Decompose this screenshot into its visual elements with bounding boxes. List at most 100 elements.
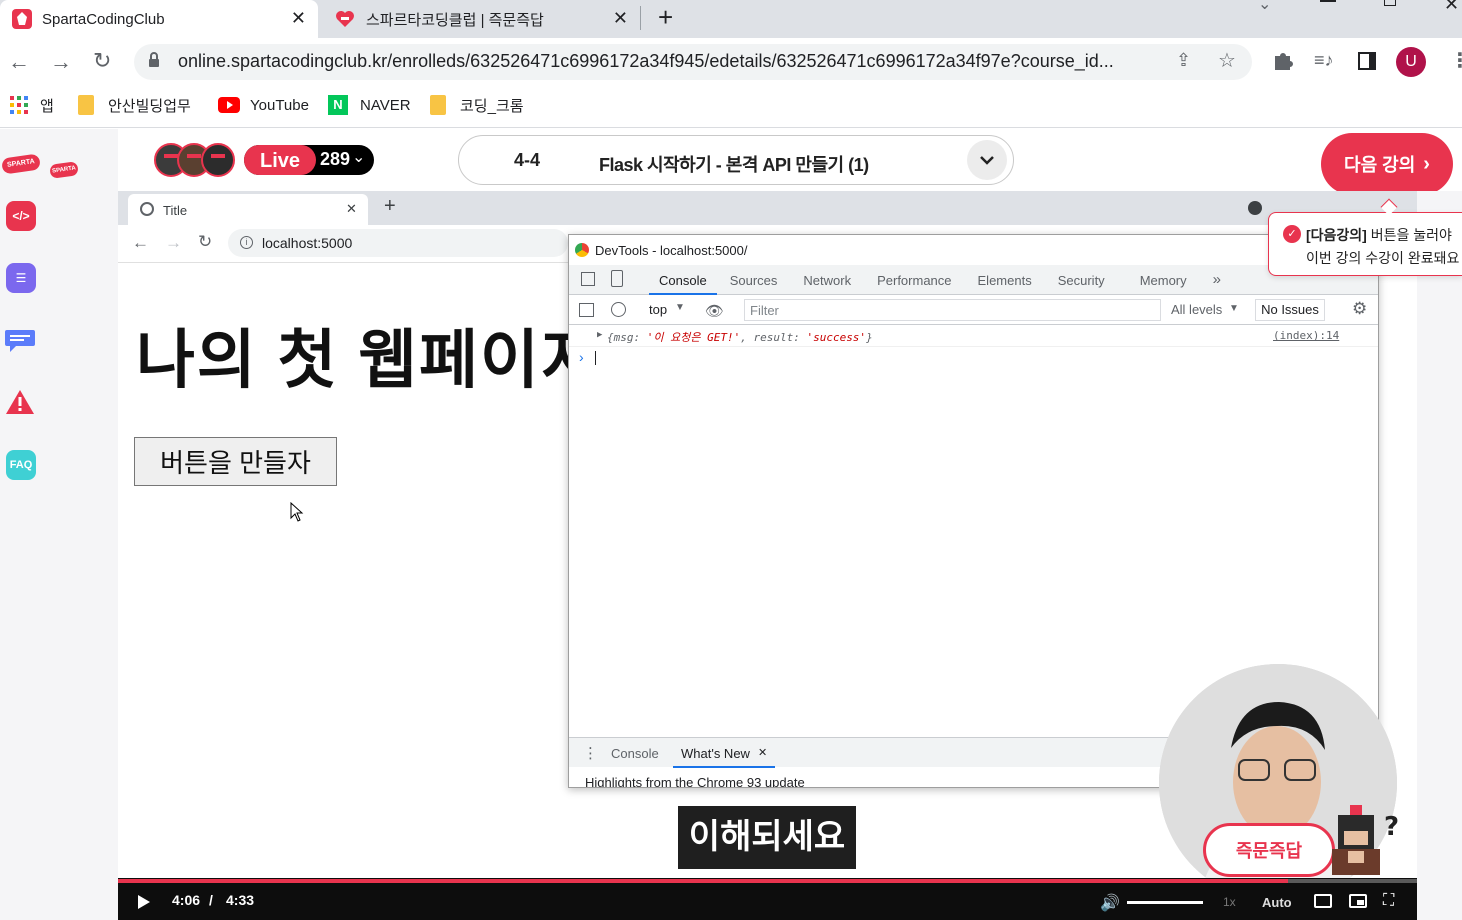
- browser-tab-sparta[interactable]: SpartaCodingClub ✕: [0, 0, 318, 38]
- picture-in-picture-icon[interactable]: [1349, 894, 1367, 908]
- close-tab-icon[interactable]: ✕: [346, 201, 357, 217]
- expand-triangle-icon[interactable]: ▶: [597, 330, 602, 340]
- close-window-icon[interactable]: ✕: [1444, 0, 1459, 15]
- bookmark-label: NAVER: [360, 96, 411, 114]
- drawer-tab-console[interactable]: Console: [611, 746, 659, 761]
- log-object: {msg: '이 요청은 GET!', result: 'success'}: [607, 331, 873, 344]
- drawer-menu-icon[interactable]: ⋮: [583, 744, 598, 762]
- bookmark-folder-ansan[interactable]: 안산빌딩업무: [78, 94, 191, 116]
- menu-kebab-icon[interactable]: ⋮: [1450, 48, 1462, 73]
- bookmark-label: 앱: [40, 97, 54, 115]
- new-tab-button[interactable]: +: [384, 195, 396, 218]
- browser-tab-qa[interactable]: 스파르타코딩클럽 | 즉문즉답 ✕: [322, 0, 640, 38]
- duration: 4:33: [226, 892, 255, 908]
- console-toolbar: top ▼ 👁 Filter All levels ▼ No Issues ⚙: [569, 295, 1378, 325]
- close-icon[interactable]: ✕: [758, 746, 767, 766]
- context-selector[interactable]: top: [649, 302, 667, 317]
- log-levels-dropdown[interactable]: All levels: [1171, 302, 1222, 317]
- inspect-element-icon[interactable]: [581, 272, 595, 286]
- live-badge[interactable]: Live 289 ⌄: [244, 145, 374, 175]
- tab-title: 스파르타코딩클럽 | 즉문즉답: [366, 11, 544, 29]
- tab-security[interactable]: Security: [1045, 265, 1118, 295]
- back-arrow-icon[interactable]: ←: [8, 49, 30, 75]
- eye-icon[interactable]: 👁: [705, 302, 724, 320]
- reload-icon[interactable]: ↻: [198, 232, 212, 252]
- inner-address-bar[interactable]: i localhost:5000: [228, 229, 568, 257]
- bookmark-naver[interactable]: N NAVER: [328, 94, 411, 116]
- reload-icon[interactable]: ↻: [93, 48, 111, 74]
- apps-grid-icon: [10, 96, 28, 114]
- inner-tab-label: Title: [163, 203, 188, 218]
- forward-arrow-icon[interactable]: →: [165, 233, 182, 253]
- next-lesson-tooltip: ✓ [다음강의] 버튼을 눌러야 이번 강의 수강이 완료돼요: [1268, 212, 1462, 276]
- captions-icon[interactable]: [1314, 894, 1332, 908]
- chat-bubble-icon[interactable]: [4, 328, 36, 352]
- quality-button[interactable]: Auto: [1262, 895, 1292, 910]
- tab-elements[interactable]: Elements: [965, 265, 1045, 295]
- bookmark-folder-coding[interactable]: 코딩_크롬: [430, 94, 524, 116]
- video-player[interactable]: Title ✕ + ← → ↻ i localhost:5000 나의 첫 웹페…: [118, 191, 1417, 920]
- tab-performance[interactable]: Performance: [864, 265, 964, 295]
- extensions-puzzle-icon[interactable]: [1272, 50, 1294, 72]
- chevron-right-icon: ›: [1423, 152, 1430, 175]
- minimize-window-icon[interactable]: [1320, 0, 1336, 2]
- filter-placeholder: Filter: [750, 303, 779, 318]
- address-bar[interactable]: online.spartacodingclub.kr/enrolleds/632…: [134, 44, 1252, 80]
- devtools-title: DevTools - localhost:5000/: [595, 243, 748, 258]
- clear-console-icon[interactable]: [611, 302, 626, 317]
- inner-tab-title[interactable]: Title ✕: [128, 194, 368, 225]
- tab-console[interactable]: Console: [649, 265, 717, 295]
- app-sidebar: [0, 129, 118, 920]
- close-tab-icon[interactable]: ✕: [613, 8, 628, 29]
- volume-icon[interactable]: 🔊: [1100, 893, 1120, 913]
- console-input[interactable]: [595, 351, 596, 365]
- qa-button[interactable]: 즉문즉답: [1203, 823, 1335, 877]
- back-arrow-icon[interactable]: ←: [132, 233, 149, 253]
- speed-button[interactable]: 1x: [1223, 895, 1236, 909]
- heart-chat-favicon-icon: [334, 9, 356, 29]
- filter-input[interactable]: Filter: [744, 299, 1161, 321]
- faq-icon[interactable]: FAQ: [6, 450, 36, 480]
- tab-network[interactable]: Network: [790, 265, 864, 295]
- fullscreen-icon[interactable]: ⛶: [1383, 892, 1394, 910]
- tab-memory[interactable]: Memory: [1118, 265, 1209, 295]
- more-tabs-icon[interactable]: »: [1209, 265, 1225, 295]
- bookmark-apps[interactable]: 앱: [10, 94, 54, 116]
- bookmark-youtube[interactable]: YouTube: [218, 94, 309, 116]
- make-button[interactable]: 버튼을 만들자: [134, 437, 337, 486]
- naver-icon: N: [328, 95, 348, 115]
- tab-divider: [640, 6, 641, 30]
- tab-search-icon[interactable]: ⌄: [1258, 0, 1271, 14]
- sidebar-toggle-icon[interactable]: [579, 303, 594, 317]
- maximize-window-icon[interactable]: [1384, 0, 1396, 6]
- tab-sources[interactable]: Sources: [717, 265, 791, 295]
- new-tab-button[interactable]: +: [658, 2, 673, 33]
- share-icon[interactable]: ⇪: [1176, 50, 1191, 71]
- code-icon[interactable]: </>: [6, 201, 36, 231]
- warning-icon[interactable]: [5, 388, 35, 416]
- lesson-selector[interactable]: 4-4 Flask 시작하기 - 본격 API 만들기 (1): [458, 135, 1014, 185]
- drawer-tab-whats-new[interactable]: What's New ✕: [673, 738, 776, 768]
- chevron-down-icon[interactable]: [967, 140, 1007, 180]
- volume-slider[interactable]: [1127, 901, 1203, 904]
- progress-fill: [118, 879, 1289, 883]
- tab-title: SpartaCodingClub: [42, 10, 165, 28]
- play-icon[interactable]: [138, 895, 150, 909]
- close-tab-icon[interactable]: ✕: [291, 8, 306, 29]
- console-prompt-icon: ›: [579, 349, 584, 365]
- profile-avatar[interactable]: U: [1396, 47, 1426, 77]
- folder-icon: [430, 95, 446, 115]
- log-source-link[interactable]: (index):14: [1273, 329, 1339, 342]
- side-panel-icon[interactable]: [1358, 52, 1376, 70]
- chevron-down-icon: ⌄: [352, 149, 366, 166]
- settings-gear-icon[interactable]: ⚙: [1352, 299, 1367, 319]
- forward-arrow-icon[interactable]: →: [50, 49, 72, 75]
- bookmark-star-icon[interactable]: ☆: [1218, 48, 1236, 73]
- progress-track[interactable]: [118, 879, 1417, 883]
- device-toolbar-icon[interactable]: [611, 270, 623, 287]
- media-control-icon[interactable]: ≡♪: [1314, 50, 1334, 71]
- console-log-row[interactable]: ▶ {msg: '이 요청은 GET!', result: 'success'}…: [569, 325, 1378, 347]
- checklist-icon[interactable]: ☰: [6, 263, 36, 293]
- next-lesson-button[interactable]: 다음 강의 ›: [1321, 133, 1453, 195]
- issues-button[interactable]: No Issues: [1255, 299, 1325, 321]
